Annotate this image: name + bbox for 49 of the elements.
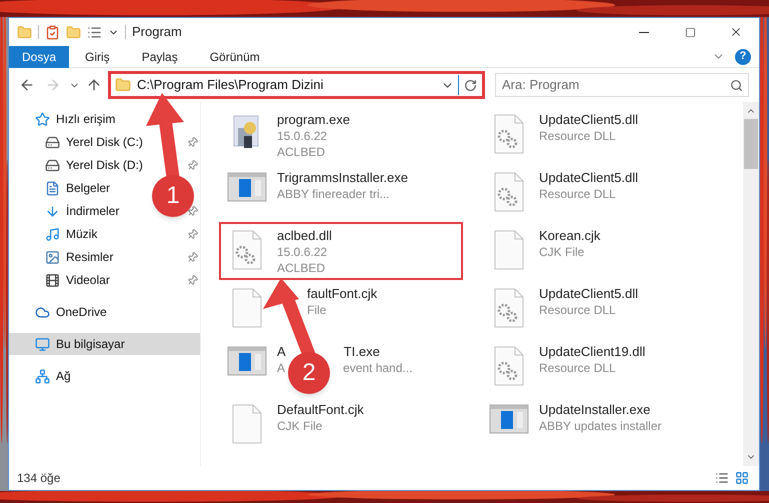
file-detail: File [307,302,326,318]
window-title: Program [132,23,183,42]
ribbon-tab[interactable]: Giriş [69,46,126,68]
file-name[interactable]: UpdateClient5.dll [539,112,638,128]
file-detail: 15.0.6.22 [277,244,328,260]
file-detail: ABBY finereader tri... [277,186,390,202]
file-item[interactable]: aclbed.dll 15.0.6.22 ACLBED [219,222,463,280]
sidebar-item[interactable]: Ağ [9,365,73,387]
file-name[interactable]: program.exe [277,112,350,128]
file-menu-tab[interactable]: Dosya [9,46,70,68]
sidebar-item[interactable]: Bu bilgisayar [9,333,200,355]
file-detail: A [277,360,286,376]
file-detail: ACLBED [277,260,326,276]
file-name[interactable]: UpdateClient5.dll [539,170,638,186]
file-detail: Resource DLL [539,360,616,376]
file-detail: ACLBED [277,144,326,160]
file-name[interactable]: aclbed.dll [277,228,332,244]
file-name[interactable]: DefaultFont.cjk [277,402,364,418]
file-detail: 15.0.6.22 [277,128,328,144]
file-name[interactable]: UpdateClient19.dll [539,344,646,360]
address-bar[interactable]: C:\Program Files\Program Dizini [108,71,485,99]
search-field[interactable]: Ara: Program [495,72,749,97]
file-name[interactable]: A [277,344,286,360]
sidebar-item[interactable]: Müzik [9,223,200,245]
sidebar-item[interactable]: Belgeler [9,177,112,199]
file-detail: event hand... [343,360,412,376]
file-detail: Resource DLL [539,186,616,202]
item-count: 134 öğe [17,470,62,487]
file-detail: CJK File [277,418,322,434]
sidebar-item[interactable]: Yerel Disk (D:) [9,154,200,176]
address-path: C:\Program Files\Program Dizini [137,76,324,94]
file-detail: Resource DLL [539,128,616,144]
sidebar-item[interactable]: Hızlı erişim [9,108,118,130]
file-detail: ABBY updates installer [539,418,662,434]
file-name[interactable]: TrigrammsInstaller.exe [277,170,408,186]
sidebar-item[interactable]: OneDrive [9,301,109,323]
sidebar-item[interactable]: Yerel Disk (C:) [9,131,200,153]
file-name[interactable]: UpdateClient5.dll [539,286,638,302]
sidebar-item[interactable]: Videolar [9,269,200,291]
file-detail: Resource DLL [539,302,616,318]
file-name[interactable]: faultFont.cjk [307,286,378,302]
file-name[interactable]: Korean.cjk [539,228,600,244]
ribbon-tab[interactable]: Paylaş [126,46,194,68]
ribbon-tab[interactable]: Görünüm [194,46,276,68]
file-name[interactable]: UpdateInstaller.exe [539,402,650,418]
file-name[interactable]: TI.exe [344,344,380,360]
help-button[interactable]: ? [735,48,751,64]
sidebar-item[interactable]: Resimler [9,246,200,268]
file-detail: CJK File [539,244,584,260]
